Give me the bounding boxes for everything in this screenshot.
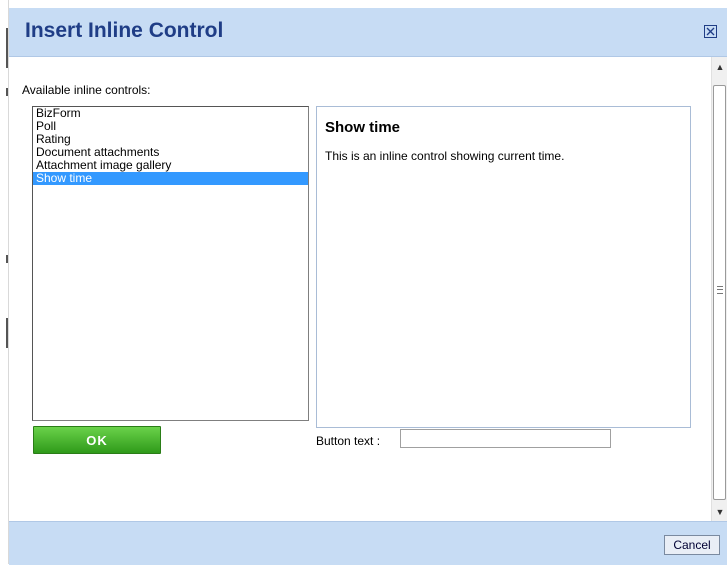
insert-inline-control-dialog: Insert Inline Control Available inline c… xyxy=(9,8,727,565)
inline-controls-list[interactable]: BizForm Poll Rating Document attachments… xyxy=(32,106,309,421)
scrollbar-thumb[interactable] xyxy=(713,85,726,500)
ok-button[interactable]: OK xyxy=(33,426,161,454)
edge-mark xyxy=(6,318,8,348)
edge-mark xyxy=(6,255,8,263)
button-text-label: Button text : xyxy=(316,434,381,448)
list-item-show-time[interactable]: Show time xyxy=(33,172,308,185)
vertical-scrollbar[interactable]: ▲ ▼ xyxy=(711,57,727,521)
edge-mark xyxy=(6,28,8,68)
control-preview-panel: Show time This is an inline control show… xyxy=(316,106,691,428)
close-icon[interactable] xyxy=(704,25,717,38)
dialog-content: Available inline controls: BizForm Poll … xyxy=(9,57,711,521)
list-item-bizform[interactable]: BizForm xyxy=(33,107,308,120)
list-item-poll[interactable]: Poll xyxy=(33,120,308,133)
available-controls-label: Available inline controls: xyxy=(22,83,151,97)
dialog-title: Insert Inline Control xyxy=(25,19,224,42)
scroll-down-arrow-icon[interactable]: ▼ xyxy=(715,508,725,517)
dialog-footer: Cancel xyxy=(9,521,727,565)
dialog-titlebar: Insert Inline Control xyxy=(9,8,727,57)
background-page-edge xyxy=(0,0,9,564)
cancel-button[interactable]: Cancel xyxy=(664,535,720,555)
preview-title: Show time xyxy=(325,119,401,136)
preview-description: This is an inline control showing curren… xyxy=(325,149,565,163)
button-text-input[interactable] xyxy=(400,429,611,448)
edge-mark xyxy=(6,88,8,96)
scroll-up-arrow-icon[interactable]: ▲ xyxy=(715,63,725,72)
scroll-grip-icon xyxy=(717,286,723,294)
